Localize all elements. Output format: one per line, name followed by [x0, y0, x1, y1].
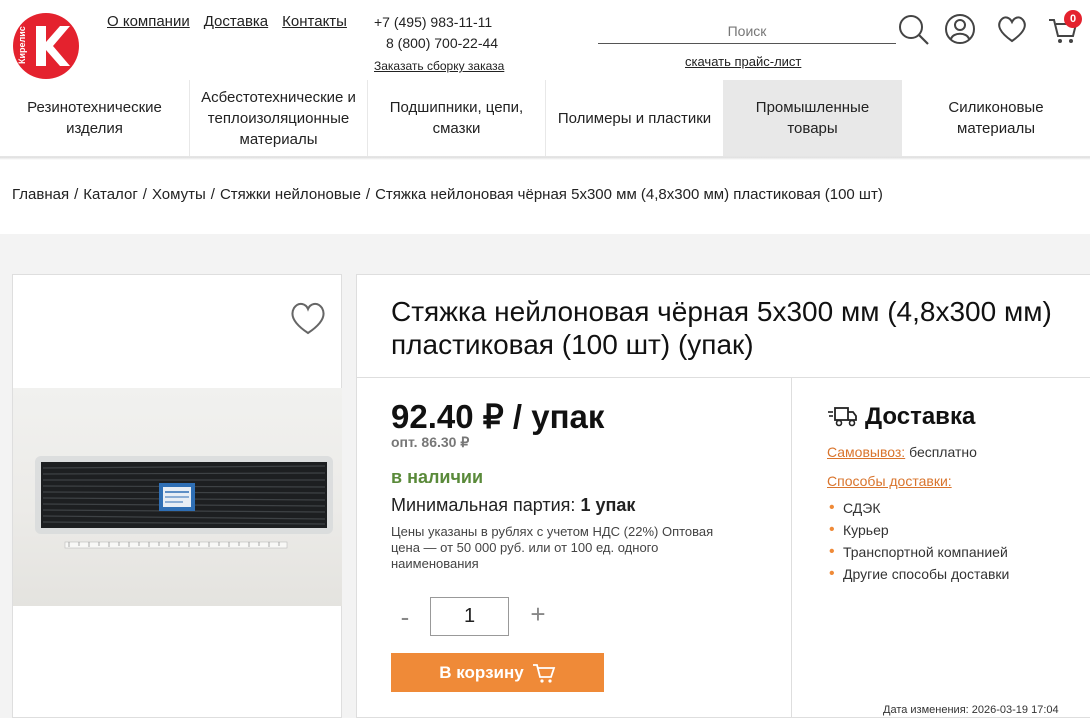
category-silicone[interactable]: Силиконовые материалы — [902, 80, 1090, 156]
list-item: Другие способы доставки — [827, 563, 1067, 585]
price-note: Цены указаны в рублях с учетом НДС (22%)… — [391, 524, 714, 571]
link-about[interactable]: О компании — [107, 13, 190, 30]
wholesale-price: опт. 86.30 ₽ — [391, 434, 470, 450]
title-box: Стяжка нейлоновая чёрная 5x300 мм (4,8x3… — [357, 275, 1090, 378]
phone-1[interactable]: +7 (495) 983-11-11 — [374, 12, 504, 33]
delivery-methods-list: СДЭК Курьер Транспортной компанией Други… — [827, 497, 1067, 585]
delivery-heading: Доставка — [827, 403, 1067, 431]
logo-text: Кирелис — [17, 26, 27, 64]
quantity-increase-button[interactable]: + — [527, 599, 549, 630]
stock-status: в наличии — [391, 467, 484, 487]
category-bearings[interactable]: Подшипники, цепи, смазки — [368, 80, 546, 156]
category-asbestos[interactable]: Асбестотехнические и теплоизоляционные м… — [190, 80, 368, 156]
min-batch-value: 1 упак — [580, 495, 636, 515]
breadcrumb-home[interactable]: Главная — [12, 186, 69, 203]
phone-2[interactable]: 8 (800) 700-22-44 — [374, 33, 504, 54]
breadcrumb: Главная / Каталог / Хомуты / Стяжки нейлоновые… — [12, 186, 883, 203]
product-info-panel: Стяжка нейлоновая чёрная 5x300 мм (4,8x3… — [356, 274, 1090, 718]
quantity-decrease-button[interactable]: - — [397, 602, 413, 633]
breadcrumb-current: Стяжка нейлоновая чёрная 5x300 мм (4,8x3… — [375, 186, 883, 203]
delivery-truck-icon — [828, 407, 857, 427]
cart-count-badge: 0 — [1064, 10, 1082, 28]
search-icon[interactable] — [897, 12, 931, 46]
product-image-panel — [12, 274, 342, 718]
category-polymers[interactable]: Полимеры и пластики — [546, 80, 724, 156]
search-input[interactable]: Поиск — [598, 20, 896, 44]
category-rubber[interactable]: Резинотехнические изделия — [0, 80, 190, 156]
delivery-heading-text: Доставка — [865, 403, 976, 430]
user-icon[interactable] — [943, 12, 977, 46]
breadcrumb-clamps[interactable]: Хомуты — [152, 186, 206, 203]
nav-shadow — [0, 157, 1090, 160]
updated-date: Дата изменения: 2026-03-19 17:04 — [883, 704, 1059, 716]
cart-icon — [532, 663, 555, 683]
category-nav: Резинотехнические изделия Асбестотехниче… — [0, 80, 1090, 157]
add-to-favorites-heart-icon[interactable] — [288, 300, 328, 336]
min-batch-label: Минимальная партия: — [391, 495, 576, 515]
panel-divider — [791, 378, 792, 718]
delivery-methods-link[interactable]: Способы доставки: — [827, 473, 952, 489]
pickup-row: Самовывоз: бесплатно — [827, 444, 1067, 460]
delivery-block: Доставка Самовывоз: бесплатно Способы до… — [827, 403, 1067, 585]
order-assembly-link[interactable]: Заказать сборку заказа — [374, 56, 504, 77]
brand-logo[interactable]: Кирелис — [12, 12, 80, 80]
top-links: О компании Доставка Контакты — [107, 13, 347, 30]
breadcrumb-catalog[interactable]: Каталог — [83, 186, 138, 203]
product-price: 92.40 ₽ / упак — [391, 398, 605, 435]
price-list-link[interactable]: скачать прайс-лист — [685, 54, 801, 69]
product-photo[interactable] — [13, 388, 342, 606]
cable-ties-image — [35, 456, 333, 549]
pickup-link[interactable]: Самовывоз: — [827, 444, 905, 460]
list-item: СДЭК — [827, 497, 1067, 519]
list-item: Транспортной компанией — [827, 541, 1067, 563]
add-to-cart-button[interactable]: В корзину — [391, 653, 604, 692]
link-contacts[interactable]: Контакты — [282, 13, 347, 30]
phones-block: +7 (495) 983-11-11 8 (800) 700-22-44 Зак… — [374, 12, 504, 77]
min-batch: Минимальная партия: 1 упак — [391, 495, 635, 516]
list-item: Курьер — [827, 519, 1067, 541]
breadcrumb-nylon-ties[interactable]: Стяжки нейлоновые — [220, 186, 361, 203]
quantity-input[interactable]: 1 — [430, 597, 509, 636]
methods-row: Способы доставки: — [827, 473, 1067, 489]
product-title: Стяжка нейлоновая чёрная 5x300 мм (4,8x3… — [391, 296, 1052, 360]
pickup-value: бесплатно — [909, 444, 977, 460]
link-delivery[interactable]: Доставка — [204, 13, 268, 30]
favorites-icon[interactable] — [995, 12, 1029, 46]
add-to-cart-label: В корзину — [439, 662, 524, 682]
category-industrial[interactable]: Промышленные товары — [724, 80, 902, 156]
